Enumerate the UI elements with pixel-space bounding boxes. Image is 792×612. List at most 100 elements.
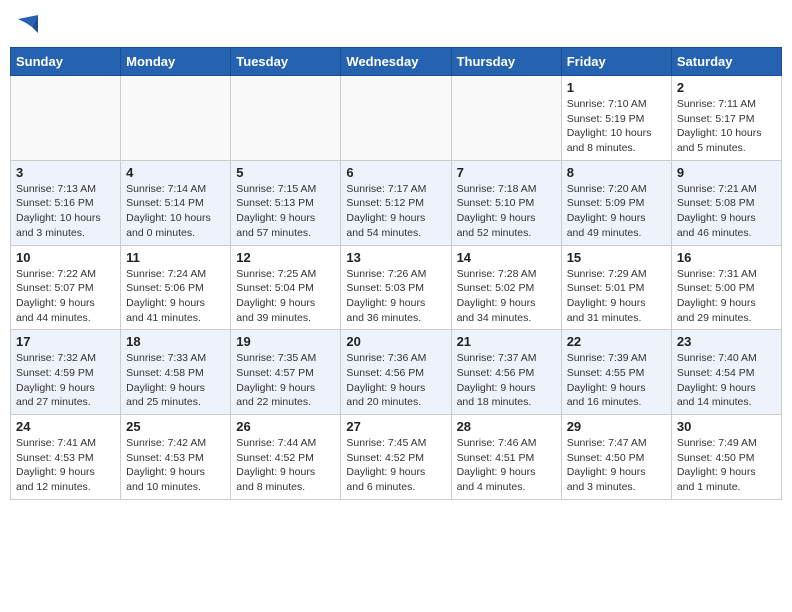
calendar-cell: 30Sunrise: 7:49 AM Sunset: 4:50 PM Dayli… xyxy=(671,415,781,500)
day-number: 27 xyxy=(346,419,445,434)
calendar-table: SundayMondayTuesdayWednesdayThursdayFrid… xyxy=(10,47,782,500)
day-number: 25 xyxy=(126,419,225,434)
day-number: 9 xyxy=(677,165,776,180)
day-number: 13 xyxy=(346,250,445,265)
day-info: Sunrise: 7:31 AM Sunset: 5:00 PM Dayligh… xyxy=(677,267,776,326)
day-info: Sunrise: 7:26 AM Sunset: 5:03 PM Dayligh… xyxy=(346,267,445,326)
calendar-cell: 23 Sunrise: 7:40 AM Sunset: 4:54 PM Dayli… xyxy=(671,330,781,415)
calendar-cell xyxy=(341,76,451,161)
day-info: Sunrise: 7:20 AM Sunset: 5:09 PM Dayligh… xyxy=(567,182,666,241)
day-number: 12 xyxy=(236,250,335,265)
weekday-header-friday: Friday xyxy=(561,48,671,76)
day-number: 30 xyxy=(677,419,776,434)
day-number: 26 xyxy=(236,419,335,434)
day-number: 7 xyxy=(457,165,556,180)
day-number: 5 xyxy=(236,165,335,180)
day-info: Sunrise: 7:29 AM Sunset: 5:01 PM Dayligh… xyxy=(567,267,666,326)
calendar-cell: 4Sunrise: 7:14 AM Sunset: 5:14 PM Daylig… xyxy=(121,160,231,245)
day-number: 11 xyxy=(126,250,225,265)
calendar-cell: 28 Sunrise: 7:46 AM Sunset: 4:51 PM Dayli… xyxy=(451,415,561,500)
week-row-4: 17Sunrise: 7:32 AM Sunset: 4:59 PM Dayli… xyxy=(11,330,782,415)
calendar-cell: 7 Sunrise: 7:18 AM Sunset: 5:10 PM Daylig… xyxy=(451,160,561,245)
calendar-cell: 9 Sunrise: 7:21 AM Sunset: 5:08 PM Daylig… xyxy=(671,160,781,245)
calendar-cell: 5Sunrise: 7:15 AM Sunset: 5:13 PM Daylig… xyxy=(231,160,341,245)
day-info: Sunrise: 7:25 AM Sunset: 5:04 PM Dayligh… xyxy=(236,267,335,326)
day-number: 15 xyxy=(567,250,666,265)
day-info: Sunrise: 7:33 AM Sunset: 4:58 PM Dayligh… xyxy=(126,351,225,410)
calendar-cell: 8 Sunrise: 7:20 AM Sunset: 5:09 PM Daylig… xyxy=(561,160,671,245)
calendar-cell: 18 Sunrise: 7:33 AM Sunset: 4:58 PM Dayli… xyxy=(121,330,231,415)
week-row-2: 3 Sunrise: 7:13 AM Sunset: 5:16 PM Daylig… xyxy=(11,160,782,245)
calendar-cell: 2 Sunrise: 7:11 AM Sunset: 5:17 PM Daylig… xyxy=(671,76,781,161)
week-row-3: 10 Sunrise: 7:22 AM Sunset: 5:07 PM Dayli… xyxy=(11,245,782,330)
day-info: Sunrise: 7:40 AM Sunset: 4:54 PM Dayligh… xyxy=(677,351,776,410)
calendar-cell: 25Sunrise: 7:42 AM Sunset: 4:53 PM Dayli… xyxy=(121,415,231,500)
day-number: 29 xyxy=(567,419,666,434)
calendar-cell xyxy=(451,76,561,161)
calendar-cell: 16 Sunrise: 7:31 AM Sunset: 5:00 PM Dayli… xyxy=(671,245,781,330)
day-number: 24 xyxy=(16,419,115,434)
calendar-cell: 29 Sunrise: 7:47 AM Sunset: 4:50 PM Dayli… xyxy=(561,415,671,500)
day-info: Sunrise: 7:47 AM Sunset: 4:50 PM Dayligh… xyxy=(567,436,666,495)
day-info: Sunrise: 7:21 AM Sunset: 5:08 PM Dayligh… xyxy=(677,182,776,241)
day-info: Sunrise: 7:28 AM Sunset: 5:02 PM Dayligh… xyxy=(457,267,556,326)
calendar-cell xyxy=(11,76,121,161)
week-row-1: 1Sunrise: 7:10 AM Sunset: 5:19 PM Daylig… xyxy=(11,76,782,161)
day-number: 18 xyxy=(126,334,225,349)
page-header xyxy=(10,10,782,39)
calendar-cell: 13 Sunrise: 7:26 AM Sunset: 5:03 PM Dayli… xyxy=(341,245,451,330)
day-number: 22 xyxy=(567,334,666,349)
day-number: 28 xyxy=(457,419,556,434)
calendar-cell: 14 Sunrise: 7:28 AM Sunset: 5:02 PM Dayli… xyxy=(451,245,561,330)
day-info: Sunrise: 7:22 AM Sunset: 5:07 PM Dayligh… xyxy=(16,267,115,326)
calendar-cell: 1Sunrise: 7:10 AM Sunset: 5:19 PM Daylig… xyxy=(561,76,671,161)
calendar-cell xyxy=(121,76,231,161)
weekday-header-wednesday: Wednesday xyxy=(341,48,451,76)
calendar-cell: 26 Sunrise: 7:44 AM Sunset: 4:52 PM Dayli… xyxy=(231,415,341,500)
day-number: 6 xyxy=(346,165,445,180)
week-row-5: 24 Sunrise: 7:41 AM Sunset: 4:53 PM Dayli… xyxy=(11,415,782,500)
logo xyxy=(15,15,38,39)
day-info: Sunrise: 7:37 AM Sunset: 4:56 PM Dayligh… xyxy=(457,351,556,410)
calendar-cell: 12 Sunrise: 7:25 AM Sunset: 5:04 PM Dayli… xyxy=(231,245,341,330)
day-number: 16 xyxy=(677,250,776,265)
day-number: 2 xyxy=(677,80,776,95)
calendar-cell: 10 Sunrise: 7:22 AM Sunset: 5:07 PM Dayli… xyxy=(11,245,121,330)
day-number: 8 xyxy=(567,165,666,180)
day-info: Sunrise: 7:35 AM Sunset: 4:57 PM Dayligh… xyxy=(236,351,335,410)
day-info: Sunrise: 7:44 AM Sunset: 4:52 PM Dayligh… xyxy=(236,436,335,495)
weekday-header-tuesday: Tuesday xyxy=(231,48,341,76)
day-number: 20 xyxy=(346,334,445,349)
day-info: Sunrise: 7:45 AM Sunset: 4:52 PM Dayligh… xyxy=(346,436,445,495)
day-info: Sunrise: 7:17 AM Sunset: 5:12 PM Dayligh… xyxy=(346,182,445,241)
day-info: Sunrise: 7:36 AM Sunset: 4:56 PM Dayligh… xyxy=(346,351,445,410)
calendar-cell xyxy=(231,76,341,161)
calendar-cell: 11 Sunrise: 7:24 AM Sunset: 5:06 PM Dayli… xyxy=(121,245,231,330)
day-number: 23 xyxy=(677,334,776,349)
calendar-cell: 15 Sunrise: 7:29 AM Sunset: 5:01 PM Dayli… xyxy=(561,245,671,330)
day-info: Sunrise: 7:13 AM Sunset: 5:16 PM Dayligh… xyxy=(16,182,115,241)
calendar-cell: 21Sunrise: 7:37 AM Sunset: 4:56 PM Dayli… xyxy=(451,330,561,415)
weekday-header-thursday: Thursday xyxy=(451,48,561,76)
day-info: Sunrise: 7:14 AM Sunset: 5:14 PM Dayligh… xyxy=(126,182,225,241)
day-info: Sunrise: 7:18 AM Sunset: 5:10 PM Dayligh… xyxy=(457,182,556,241)
weekday-header-sunday: Sunday xyxy=(11,48,121,76)
day-number: 17 xyxy=(16,334,115,349)
day-info: Sunrise: 7:11 AM Sunset: 5:17 PM Dayligh… xyxy=(677,97,776,156)
weekday-header-monday: Monday xyxy=(121,48,231,76)
calendar-cell: 3 Sunrise: 7:13 AM Sunset: 5:16 PM Daylig… xyxy=(11,160,121,245)
calendar-cell: 24 Sunrise: 7:41 AM Sunset: 4:53 PM Dayli… xyxy=(11,415,121,500)
day-number: 10 xyxy=(16,250,115,265)
calendar-cell: 22 Sunrise: 7:39 AM Sunset: 4:55 PM Dayli… xyxy=(561,330,671,415)
calendar-cell: 17Sunrise: 7:32 AM Sunset: 4:59 PM Dayli… xyxy=(11,330,121,415)
weekday-header-saturday: Saturday xyxy=(671,48,781,76)
logo-bird-icon xyxy=(18,15,38,39)
weekday-header-row: SundayMondayTuesdayWednesdayThursdayFrid… xyxy=(11,48,782,76)
day-info: Sunrise: 7:41 AM Sunset: 4:53 PM Dayligh… xyxy=(16,436,115,495)
day-number: 3 xyxy=(16,165,115,180)
day-number: 14 xyxy=(457,250,556,265)
day-info: Sunrise: 7:24 AM Sunset: 5:06 PM Dayligh… xyxy=(126,267,225,326)
day-info: Sunrise: 7:46 AM Sunset: 4:51 PM Dayligh… xyxy=(457,436,556,495)
day-number: 1 xyxy=(567,80,666,95)
day-info: Sunrise: 7:39 AM Sunset: 4:55 PM Dayligh… xyxy=(567,351,666,410)
